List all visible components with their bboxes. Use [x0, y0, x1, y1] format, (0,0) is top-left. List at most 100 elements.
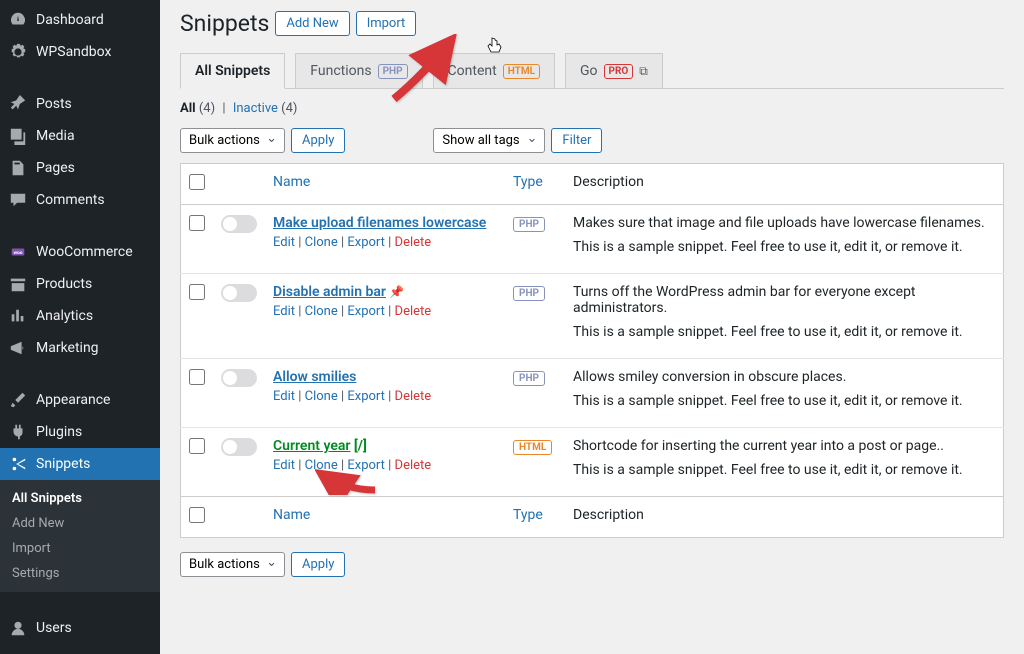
export-link[interactable]: Export — [347, 304, 385, 319]
delete-link[interactable]: Delete — [395, 235, 432, 250]
edit-link[interactable]: Edit — [273, 235, 295, 250]
delete-link[interactable]: Delete — [395, 389, 432, 404]
select-all-checkbox-bottom[interactable] — [189, 507, 205, 523]
page-title: Snippets — [180, 10, 269, 37]
tab-go[interactable]: Go PRO ⧉ — [565, 53, 663, 88]
sidebar-item-label: Comments — [36, 192, 105, 208]
row-checkbox[interactable] — [189, 438, 205, 454]
tag-filter-select[interactable]: Show all tags — [433, 128, 545, 153]
snippet-title-link[interactable]: Disable admin bar — [273, 284, 386, 300]
admin-sidebar: DashboardWPSandbox Posts Media Pages Comment… — [0, 0, 160, 654]
pin-icon: 📌 — [389, 285, 404, 299]
column-name[interactable]: Name — [265, 164, 505, 205]
sidebar-sub-import[interactable]: Import — [0, 536, 160, 561]
sidebar-item-label: Media — [36, 128, 75, 144]
pages-icon — [8, 158, 28, 178]
sidebar-item-wpsandbox[interactable]: WPSandbox — [0, 36, 160, 68]
column-description-bottom: Description — [565, 497, 1004, 538]
type-badge: PHP — [513, 217, 545, 232]
sidebar-item-analytics[interactable]: Analytics — [0, 300, 160, 332]
sidebar-item-label: Posts — [36, 96, 72, 112]
edit-link[interactable]: Edit — [273, 304, 295, 319]
bulk-actions-select[interactable]: Bulk actions — [180, 128, 285, 153]
plug-icon — [8, 422, 28, 442]
add-new-button[interactable]: Add New — [275, 11, 349, 36]
snippet-title-link[interactable]: Make upload filenames lowercase — [273, 215, 486, 231]
toggle-switch[interactable] — [221, 369, 257, 387]
filter-inactive[interactable]: Inactive — [233, 101, 278, 116]
toggle-switch[interactable] — [221, 438, 257, 456]
sidebar-sub-settings[interactable]: Settings — [0, 561, 160, 586]
main-content: Snippets Add New Import All Snippets Func… — [160, 0, 1024, 654]
brush-icon — [8, 390, 28, 410]
delete-link[interactable]: Delete — [395, 304, 432, 319]
filter-button[interactable]: Filter — [551, 128, 602, 153]
column-type-bottom[interactable]: Type — [505, 497, 565, 538]
toggle-switch[interactable] — [221, 215, 257, 233]
select-all-checkbox[interactable] — [189, 174, 205, 190]
sidebar-item-plugins[interactable]: Plugins — [0, 416, 160, 448]
bulk-actions-select-bottom[interactable]: Bulk actions — [180, 552, 285, 577]
sidebar-item-appearance[interactable]: Appearance — [0, 384, 160, 416]
badge-php: PHP — [378, 64, 408, 79]
tab-functions[interactable]: Functions PHP — [295, 53, 422, 88]
type-badge: HTML — [513, 440, 552, 455]
description-note: This is a sample snippet. Feel free to u… — [573, 462, 995, 478]
sidebar-item-marketing[interactable]: Marketing — [0, 332, 160, 364]
edit-link[interactable]: Edit — [273, 389, 295, 404]
pin-icon — [8, 94, 28, 114]
filter-all[interactable]: All (4) — [180, 101, 215, 116]
tabs: All SnippetsFunctions PHPContent HTMLGo … — [180, 53, 1004, 89]
sidebar-item-products[interactable]: Products — [0, 268, 160, 300]
sidebar-item-label: Products — [36, 276, 92, 292]
export-link[interactable]: Export — [347, 235, 385, 250]
sidebar-item-pages[interactable]: Pages — [0, 152, 160, 184]
apply-button[interactable]: Apply — [291, 128, 345, 153]
sidebar-item-media[interactable]: Media — [0, 120, 160, 152]
column-type[interactable]: Type — [505, 164, 565, 205]
shortcode-icon: [/] — [354, 438, 367, 454]
sidebar-item-label: Plugins — [36, 424, 82, 440]
clone-link[interactable]: Clone — [305, 235, 338, 250]
sidebar-item-label: WooCommerce — [36, 244, 133, 260]
delete-link[interactable]: Delete — [395, 458, 432, 473]
clone-link[interactable]: Clone — [305, 304, 338, 319]
sidebar-item-snippets[interactable]: Snippets — [0, 448, 160, 480]
dashboard-icon — [8, 10, 28, 30]
row-checkbox[interactable] — [189, 215, 205, 231]
sidebar-item-users[interactable]: Users — [0, 612, 160, 644]
sidebar-item-woocommerce[interactable]: wooWooCommerce — [0, 236, 160, 268]
sidebar-item-label: Users — [36, 620, 72, 636]
sidebar-item-comments[interactable]: Comments — [0, 184, 160, 216]
row-checkbox[interactable] — [189, 284, 205, 300]
scissors-icon — [8, 454, 28, 474]
products-icon — [8, 274, 28, 294]
tab-label: Functions — [310, 63, 371, 79]
column-name-bottom[interactable]: Name — [265, 497, 505, 538]
clone-link[interactable]: Clone — [305, 458, 338, 473]
sidebar-sub-add-new[interactable]: Add New — [0, 511, 160, 536]
import-button[interactable]: Import — [356, 11, 417, 36]
description-line: Makes sure that image and file uploads h… — [573, 215, 995, 231]
snippet-title-link[interactable]: Allow smilies — [273, 369, 356, 385]
badge-pro: PRO — [604, 64, 634, 79]
sidebar-item-posts[interactable]: Posts — [0, 88, 160, 120]
column-description: Description — [565, 164, 1004, 205]
edit-link[interactable]: Edit — [273, 458, 295, 473]
tab-all-snippets[interactable]: All Snippets — [180, 53, 285, 89]
row-checkbox[interactable] — [189, 369, 205, 385]
sidebar-item-dashboard[interactable]: Dashboard — [0, 4, 160, 36]
sidebar-item-label: Analytics — [36, 308, 93, 324]
media-icon — [8, 126, 28, 146]
badge-html: HTML — [503, 64, 540, 79]
analytics-icon — [8, 306, 28, 326]
table-row: Make upload filenames lowercaseEdit | Cl… — [181, 205, 1004, 274]
export-link[interactable]: Export — [347, 389, 385, 404]
clone-link[interactable]: Clone — [305, 389, 338, 404]
apply-button-bottom[interactable]: Apply — [291, 552, 345, 577]
sidebar-sub-all-snippets[interactable]: All Snippets — [0, 486, 160, 511]
toggle-switch[interactable] — [221, 284, 257, 302]
table-row: Current year [/]Edit | Clone | Export | … — [181, 428, 1004, 497]
snippet-title-link[interactable]: Current year — [273, 438, 350, 454]
export-link[interactable]: Export — [347, 458, 385, 473]
